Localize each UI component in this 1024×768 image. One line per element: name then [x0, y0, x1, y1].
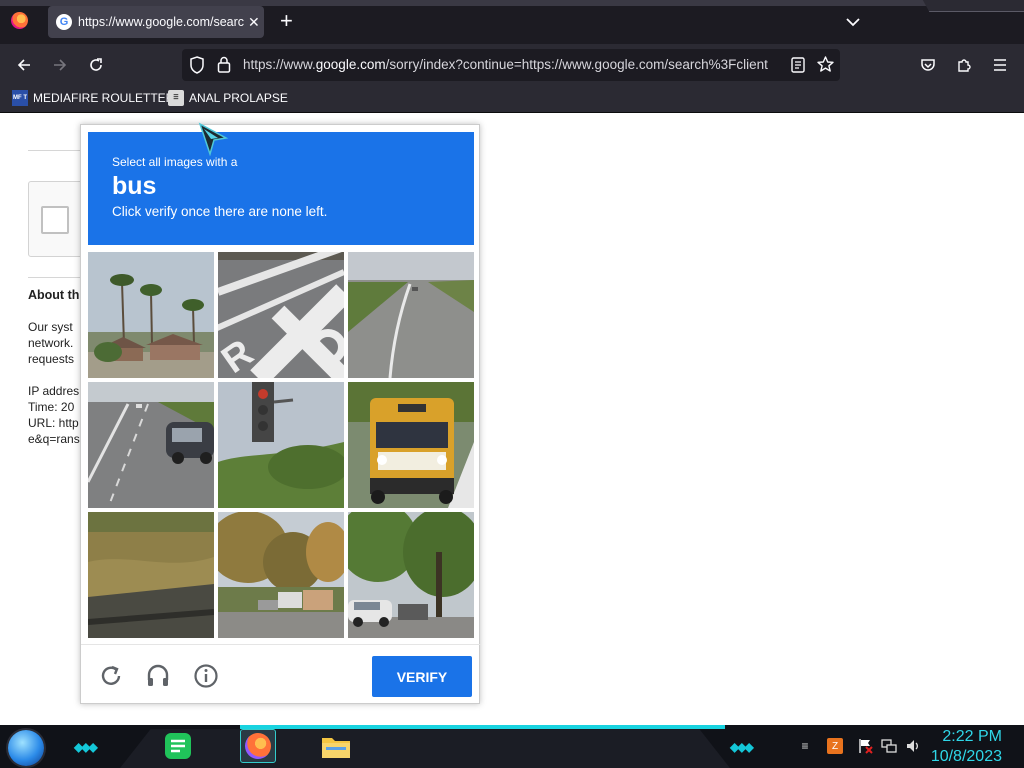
taskbar-deco-right-icon: ◆◆◆ — [730, 740, 754, 754]
reader-view-icon[interactable] — [791, 57, 805, 78]
audio-challenge-headphones-icon[interactable] — [145, 663, 171, 689]
image-tile-2[interactable]: R — [218, 252, 344, 378]
challenge-header: Select all images with a bus Click verif… — [88, 132, 474, 245]
system-clock[interactable]: 2:22 PM 10/8/2023 — [931, 727, 1002, 767]
clock-date: 10/8/2023 — [930, 748, 1002, 765]
reload-button[interactable] — [85, 54, 107, 76]
bookmark-label: MEDIAFIRE ROULETTER — [33, 91, 175, 105]
about-heading: About th — [28, 288, 80, 302]
image-tile-9[interactable] — [348, 512, 474, 638]
tray-network-icon[interactable] — [881, 738, 897, 754]
image-tile-1[interactable] — [88, 252, 214, 378]
ip-address-line: IP addres — [28, 384, 80, 398]
info-icon[interactable] — [193, 663, 219, 689]
url-bar[interactable]: https://www.google.com/sorry/index?conti… — [182, 49, 840, 81]
verify-button[interactable]: VERIFY — [372, 656, 472, 697]
image-tile-5[interactable] — [218, 382, 344, 508]
page-bookmark-icon: ☰ — [168, 90, 184, 106]
navigation-toolbar: https://www.google.com/sorry/index?conti… — [0, 44, 1024, 85]
bookmark-label: ANAL PROLAPSE — [189, 91, 288, 105]
tracking-protection-shield-icon[interactable] — [189, 56, 205, 79]
image-tile-4[interactable] — [88, 382, 214, 508]
recaptcha-challenge-popup: Select all images with a bus Click verif… — [80, 124, 481, 705]
tab-close-icon[interactable]: ✕ — [248, 14, 260, 31]
taskbar-firefox-icon[interactable] — [240, 729, 276, 763]
recaptcha-checkbox[interactable] — [41, 206, 69, 234]
tray-app-icon[interactable]: Z — [827, 738, 843, 754]
pocket-icon[interactable] — [917, 54, 939, 76]
reload-challenge-icon[interactable] — [98, 663, 124, 689]
start-orb-icon[interactable] — [8, 730, 44, 766]
tray-overflow-icon[interactable]: ≡ — [797, 738, 813, 754]
url-line-continued: e&q=rans — [28, 432, 80, 446]
url-line[interactable]: URL: http — [28, 416, 79, 430]
taskbar-center-band — [120, 729, 730, 768]
url-text[interactable]: https://www.google.com/sorry/index?conti… — [243, 57, 783, 72]
tab-bar: G https://www.google.com/search ✕ + — [0, 0, 1024, 44]
taskbar-notes-app-icon[interactable] — [160, 729, 196, 763]
divider — [28, 150, 88, 151]
image-tile-3[interactable] — [348, 252, 474, 378]
instruction-subtext: Click verify once there are none left. — [112, 204, 328, 219]
challenge-footer: VERIFY — [81, 644, 481, 705]
mouse-cursor-icon — [198, 122, 230, 157]
tray-flag-icon[interactable] — [857, 738, 873, 754]
google-favicon-icon: G — [56, 14, 72, 30]
forward-button[interactable] — [49, 54, 71, 76]
image-tile-8[interactable] — [218, 512, 344, 638]
bookmark-mediafire-rouletter[interactable]: MF T MEDIAFIRE ROULETTER — [12, 90, 174, 106]
taskbar-accent-line — [240, 725, 725, 729]
bookmark-anal-prolapse[interactable]: ☰ ANAL PROLAPSE — [168, 90, 288, 106]
clock-time: 2:22 PM — [942, 728, 1002, 745]
body-line: requests — [28, 352, 75, 366]
image-grid: R — [88, 252, 474, 638]
list-all-tabs-chevron-icon[interactable] — [846, 14, 860, 32]
mediafire-bookmark-icon: MF T — [12, 90, 28, 106]
taskbar: ◆◆◆ ◆◆◆ ≡ Z 2:22 PM 10/8/2023 — [0, 725, 1024, 768]
tab-title: https://www.google.com/search — [78, 15, 244, 29]
window-decoration — [922, 0, 1024, 12]
body-line: Our syst — [28, 320, 73, 334]
app-menu-hamburger-icon[interactable] — [989, 54, 1011, 76]
image-tile-6[interactable] — [348, 382, 474, 508]
firefox-icon[interactable] — [11, 12, 28, 29]
image-tile-7[interactable] — [88, 512, 214, 638]
lock-icon[interactable] — [217, 56, 231, 78]
bookmarks-toolbar: MF T MEDIAFIRE ROULETTER ☰ ANAL PROLAPSE — [0, 85, 1024, 113]
instruction-line: Select all images with a — [112, 155, 238, 169]
tray-volume-icon[interactable] — [905, 738, 921, 754]
target-object-label: bus — [112, 172, 157, 200]
body-line: network. — [28, 336, 74, 350]
new-tab-button[interactable]: + — [280, 10, 293, 32]
tab-google-search[interactable]: G https://www.google.com/search ✕ — [48, 6, 264, 38]
recaptcha-widget[interactable] — [28, 181, 88, 257]
taskbar-deco-left-icon: ◆◆◆ — [74, 740, 98, 754]
extensions-puzzle-icon[interactable] — [953, 54, 975, 76]
bookmark-star-icon[interactable] — [817, 56, 834, 78]
divider — [28, 277, 88, 278]
taskbar-file-explorer-icon[interactable] — [318, 729, 354, 763]
back-button[interactable] — [13, 54, 35, 76]
time-line: Time: 20 — [28, 400, 75, 414]
